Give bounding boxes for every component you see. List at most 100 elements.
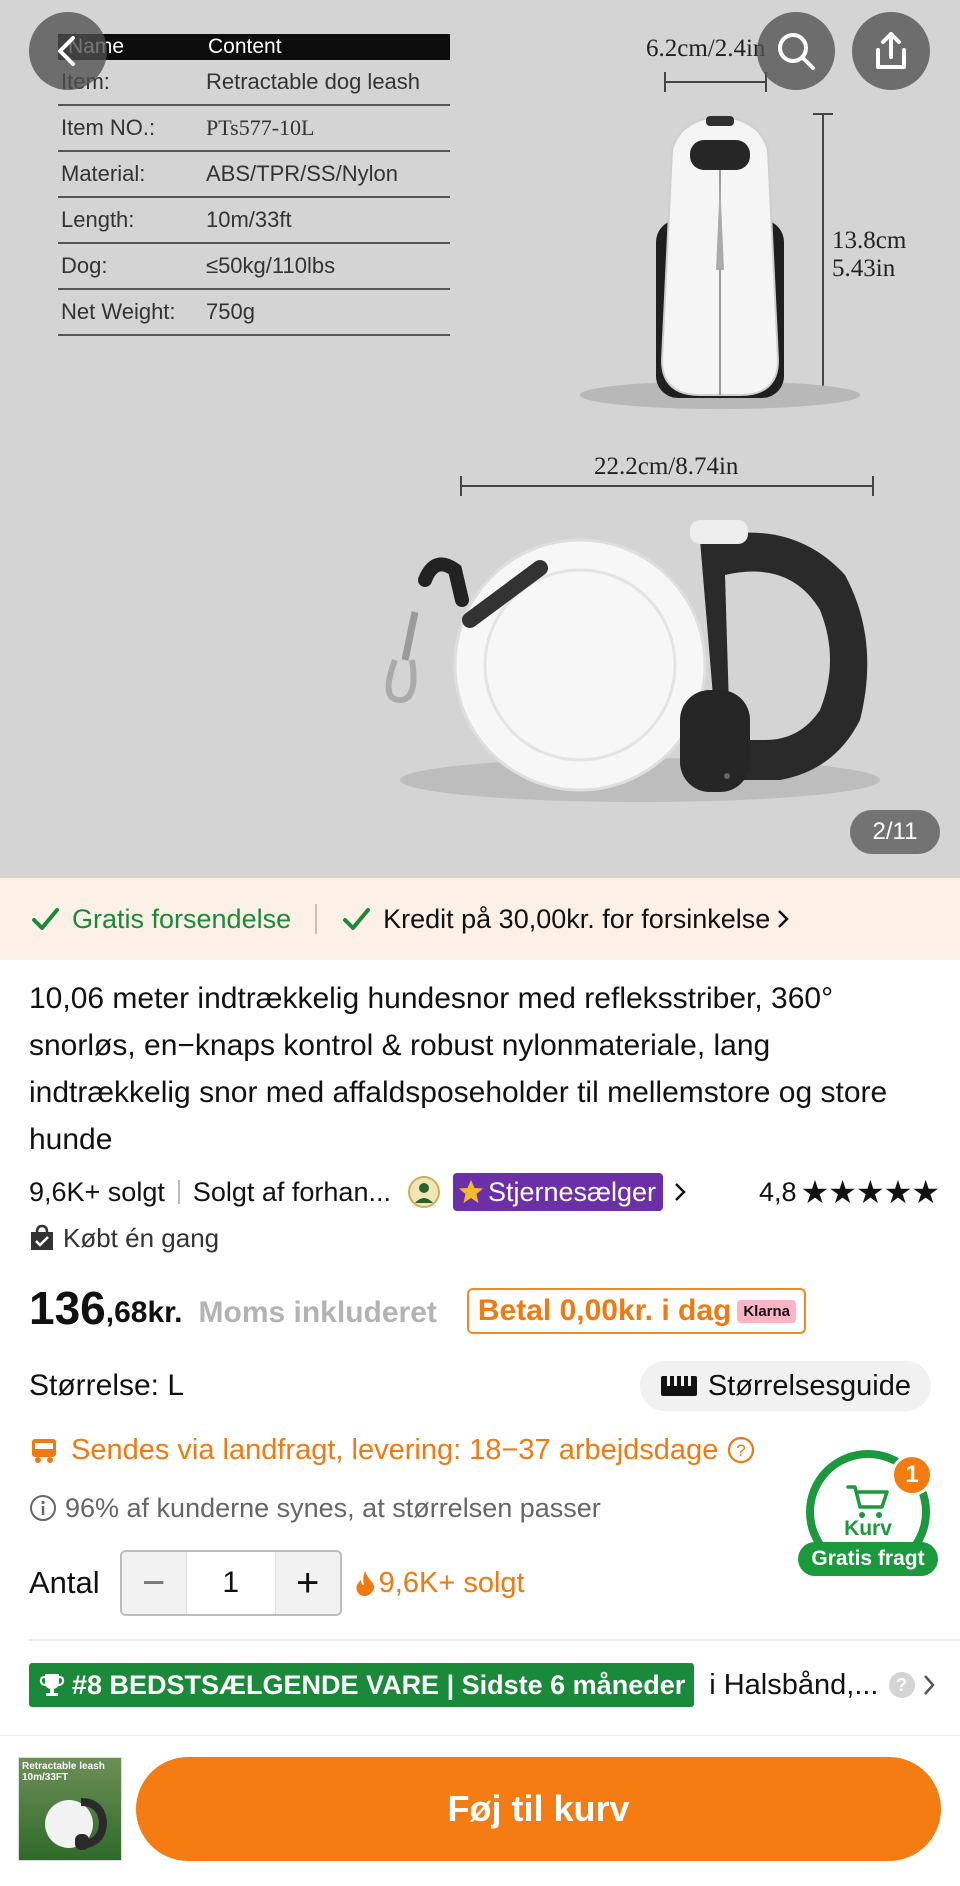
pay-today-badge[interactable]: Betal 0,00kr. i dag Klarna [466,1288,807,1334]
spec-key: Length: [61,207,135,232]
cart-count-badge: 1 [891,1454,933,1496]
product-image-carousel[interactable]: Name Content Item: Retractable dog leash… [0,0,960,878]
spec-value: ≤50kg/110lbs [206,253,336,278]
thumbnail-leash-image [45,1798,108,1850]
quantity-row: Antal − 1 + 9,6K+ solgt [29,1550,525,1616]
free-shipping-label: Gratis forsendelse [72,903,292,934]
image-counter: 2/11 [850,810,940,854]
spec-value: ABS/TPR/SS/Nylon [206,161,398,186]
bottom-action-bar: Retractable leash 10m/33FT Føj til kurv [0,1735,960,1886]
size-guide-label: Størrelsesguide [707,1369,911,1402]
bestseller-category: i Halsbånd,... [709,1668,879,1701]
hot-sold-count: 9,6K+ solgt [354,1567,525,1600]
quantity-label: Antal [29,1565,100,1600]
back-button[interactable] [29,12,107,90]
increase-quantity-button[interactable]: + [275,1552,340,1614]
spec-row: Item NO.: PTs577-10L [58,106,450,152]
chevron-right-icon [675,1183,686,1201]
spec-row: Length: 10m/33ft [58,198,450,244]
spec-key: Item NO.: [61,115,156,140]
bought-once-label: Købt én gang [63,1222,220,1253]
shopping-bag-check-icon [31,1224,53,1250]
svg-text:?: ? [737,1441,746,1460]
size-fit-info: 96% af kunderne synes, at størrelsen pas… [29,1488,601,1528]
klarna-logo: Klarna [737,1299,797,1323]
bestseller-label: #8 BEDSTSÆLGENDE VARE | Sidste 6 måneder [72,1669,686,1700]
spec-row: Material: ABS/TPR/SS/Nylon [58,152,450,198]
spec-row: Item: Retractable dog leash [58,60,450,106]
chevron-right-icon [778,910,790,928]
spec-row: Dog: ≤50kg/110lbs [58,244,450,290]
share-button[interactable] [852,12,930,90]
back-arrow-icon [58,36,75,66]
delay-credit-link[interactable]: Kredit på 30,00kr. for forsinkelse [341,904,792,935]
product-thumbnail[interactable]: Retractable leash 10m/33FT [18,1757,122,1861]
decrease-quantity-button[interactable]: − [121,1552,186,1614]
spec-key: Material: [61,161,146,186]
check-icon [343,908,371,930]
product-meta-row: 9,6K+ solgt Solgt af forhan... Stjernesæ… [29,1172,940,1212]
price-row: 136 ,68kr. Moms inkluderet Betal 0,00kr.… [29,1278,807,1338]
help-icon[interactable]: ? [888,1672,915,1698]
rating-stars: ★★★★★ [800,1174,940,1210]
bought-once-row: Købt én gang [29,1218,219,1258]
shipping-info[interactable]: Sendes via landfragt, levering: 18−37 ar… [29,1428,756,1472]
ruler-icon [660,1376,697,1396]
bestseller-row[interactable]: #8 BEDSTSÆLGENDE VARE | Sidste 6 måneder… [29,1662,939,1708]
spec-table-header: Name Content [58,34,450,60]
rating-value: 4,8 [759,1176,797,1207]
meta-divider [177,1180,180,1204]
seller-name[interactable]: Solgt af forhan... [193,1177,391,1208]
dimension-height-cm-label: 13.8cm [832,227,907,254]
price-fraction: ,68kr. [105,1296,183,1329]
spec-table: Name Content Item: Retractable dog leash… [58,34,450,336]
seller-avatar-icon [407,1176,440,1208]
price-whole: 136 [29,1282,106,1334]
info-icon [30,1495,56,1521]
size-row: Størrelse: L Størrelsesguide [29,1360,931,1412]
spec-value: 750g [206,299,255,324]
bestseller-badge: #8 BEDSTSÆLGENDE VARE | Sidste 6 måneder [29,1663,695,1707]
dimension-height-in-label: 5.43in [832,255,896,282]
truck-icon [32,1439,56,1463]
product-title: 10,06 meter indtrækkelig hundesnor med r… [29,982,888,1156]
rating[interactable]: 4,8 ★★★★★ [759,1173,940,1211]
quantity-value[interactable]: 1 [185,1552,276,1614]
star-seller-badge[interactable]: Stjernesælger [452,1173,664,1211]
flame-icon [356,1571,374,1596]
floating-cart-button[interactable]: Kurv 1 Gratis fragt [798,1450,938,1576]
cart-label: Kurv [844,1517,892,1540]
cart-icon [846,1485,889,1518]
check-icon [32,908,59,930]
size-guide-button[interactable]: Størrelsesguide [639,1361,931,1411]
spec-value: 10m/33ft [206,207,292,232]
add-to-cart-button[interactable]: Føj til kurv [136,1757,941,1861]
dimension-width-label: 6.2cm/2.4in [646,35,766,62]
star-icon [458,1180,483,1203]
dimension-length-label: 22.2cm/8.74in [594,453,739,480]
promo-strip[interactable]: Gratis forsendelse Kredit på 30,00kr. fo… [0,878,960,960]
search-icon [778,33,815,70]
free-shipping-item: Gratis forsendelse [30,904,291,935]
spec-key: Net Weight: [61,299,176,324]
share-icon [876,32,906,69]
vat-included-label: Moms inkluderet [198,1296,437,1329]
hot-sold-label: 9,6K+ solgt [378,1566,525,1599]
spec-value: PTs577-10L [206,115,315,140]
search-button[interactable] [757,12,835,90]
promo-divider [315,904,318,934]
delay-credit-label: Kredit på 30,00kr. for forsinkelse [383,903,771,934]
shipping-label: Sendes via landfragt, levering: 18−37 ar… [71,1433,719,1466]
pay-today-label: Betal 0,00kr. i dag [477,1294,732,1327]
chevron-right-icon [924,1675,935,1695]
spec-head-content: Content [208,35,282,58]
quantity-stepper[interactable]: − 1 + [119,1550,342,1616]
sold-count: 9,6K+ solgt [29,1176,165,1207]
size-fit-label: 96% af kunderne synes, at størrelsen pas… [65,1492,601,1523]
size-label: Størrelse: L [29,1369,185,1402]
trophy-icon [39,1674,65,1696]
section-divider [29,1639,960,1641]
help-circle-icon: ? [728,1436,755,1464]
spec-row: Net Weight: 750g [58,290,450,336]
star-seller-label: Stjernesælger [487,1176,657,1207]
